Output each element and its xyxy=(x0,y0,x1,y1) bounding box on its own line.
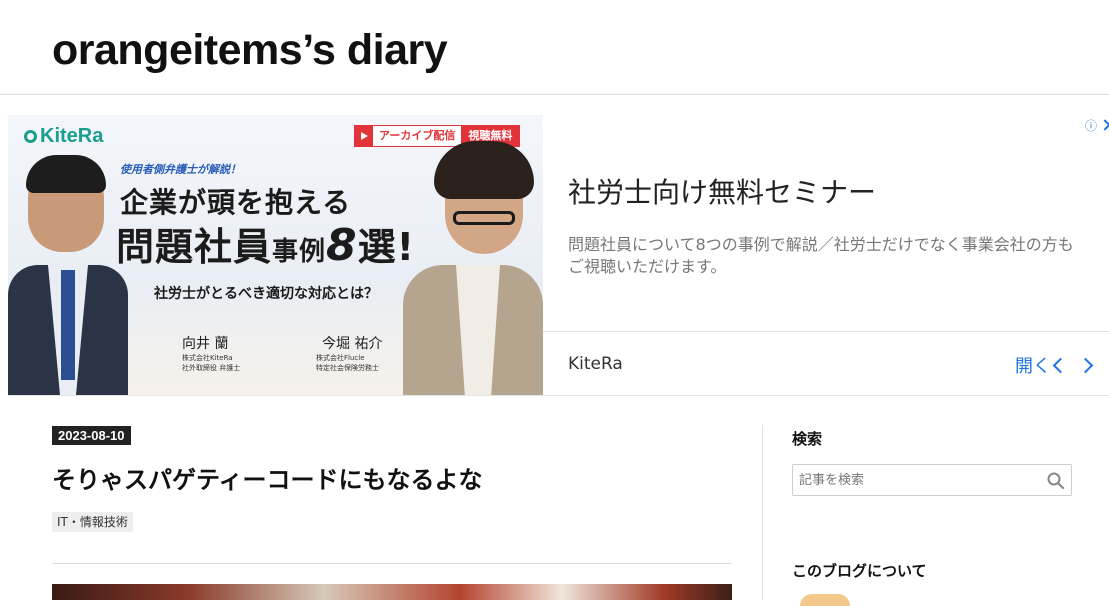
search-button[interactable] xyxy=(1045,470,1067,492)
ad-advertiser[interactable]: KiteRa xyxy=(568,354,623,374)
ad-banner-image[interactable]: KiteRa アーカイブ配信 視聴無料 使用者側弁護士が解説！ 企業が頭を抱える… xyxy=(8,115,543,395)
ad-headline-2: 問題社員事例8選! xyxy=(116,220,415,271)
archive-label: アーカイブ配信 xyxy=(379,129,456,142)
advertisement[interactable]: KiteRa アーカイブ配信 視聴無料 使用者側弁護士が解説！ 企業が頭を抱える… xyxy=(8,115,1109,396)
entry-category[interactable]: IT・情報技術 xyxy=(52,512,133,532)
speaker1-name: 向井 蘭 xyxy=(182,336,229,352)
ad-open-button[interactable]: 開く xyxy=(1015,352,1094,378)
search-input[interactable] xyxy=(793,465,1045,495)
sidebar-divider xyxy=(762,425,763,600)
ad-subheading: 使用者側弁護士が解説！ xyxy=(120,163,241,176)
search-heading: 検索 xyxy=(792,430,823,448)
divider xyxy=(52,563,732,564)
blog-title[interactable]: orangeitems’s diary xyxy=(52,24,448,76)
search-form xyxy=(792,464,1072,496)
speaker1-title: 株式会社KiteRa 社外取締役 弁護士 xyxy=(182,354,241,372)
ad-footer[interactable]: KiteRa 開く xyxy=(543,331,1109,396)
chevron-right-icon xyxy=(1099,119,1109,131)
speaker2-name: 今堀 祐介 xyxy=(322,336,383,352)
speaker2-title: 株式会社Flucle 特定社会保険労務士 xyxy=(316,354,379,372)
search-icon xyxy=(1047,472,1065,490)
open-label: 開く xyxy=(1015,356,1051,377)
kitera-logo: KiteRa xyxy=(24,125,103,148)
ad-text[interactable]: 社労士向け無料セミナー 問題社員について8つの事例で解説／社労士だけでなく事業会… xyxy=(568,115,1088,330)
ad-title[interactable]: 社労士向け無料セミナー xyxy=(568,171,876,211)
entry-title[interactable]: そりゃスパゲティーコードにもなるよな xyxy=(52,460,483,495)
ad-headline-3: 社労士がとるべき適切な対応とは？ xyxy=(154,286,378,302)
youtube-icon xyxy=(355,126,373,146)
ad-headline-1: 企業が頭を抱える xyxy=(120,186,352,219)
entry-date[interactable]: 2023-08-10 xyxy=(52,426,131,445)
blog-header: orangeitems’s diary xyxy=(0,0,1109,95)
avatar xyxy=(800,594,850,606)
chevron-left-icon xyxy=(1052,357,1069,373)
ad-description[interactable]: 問題社員について8つの事例で解説／社労士だけでなく事業会社の方もご視聴いただけま… xyxy=(568,234,1088,278)
ad-choices-icon[interactable]: ⓘ xyxy=(1085,117,1109,134)
about-heading: このブログについて xyxy=(792,562,927,580)
entry-image[interactable] xyxy=(52,584,732,600)
chevron-right-icon xyxy=(1077,357,1094,373)
